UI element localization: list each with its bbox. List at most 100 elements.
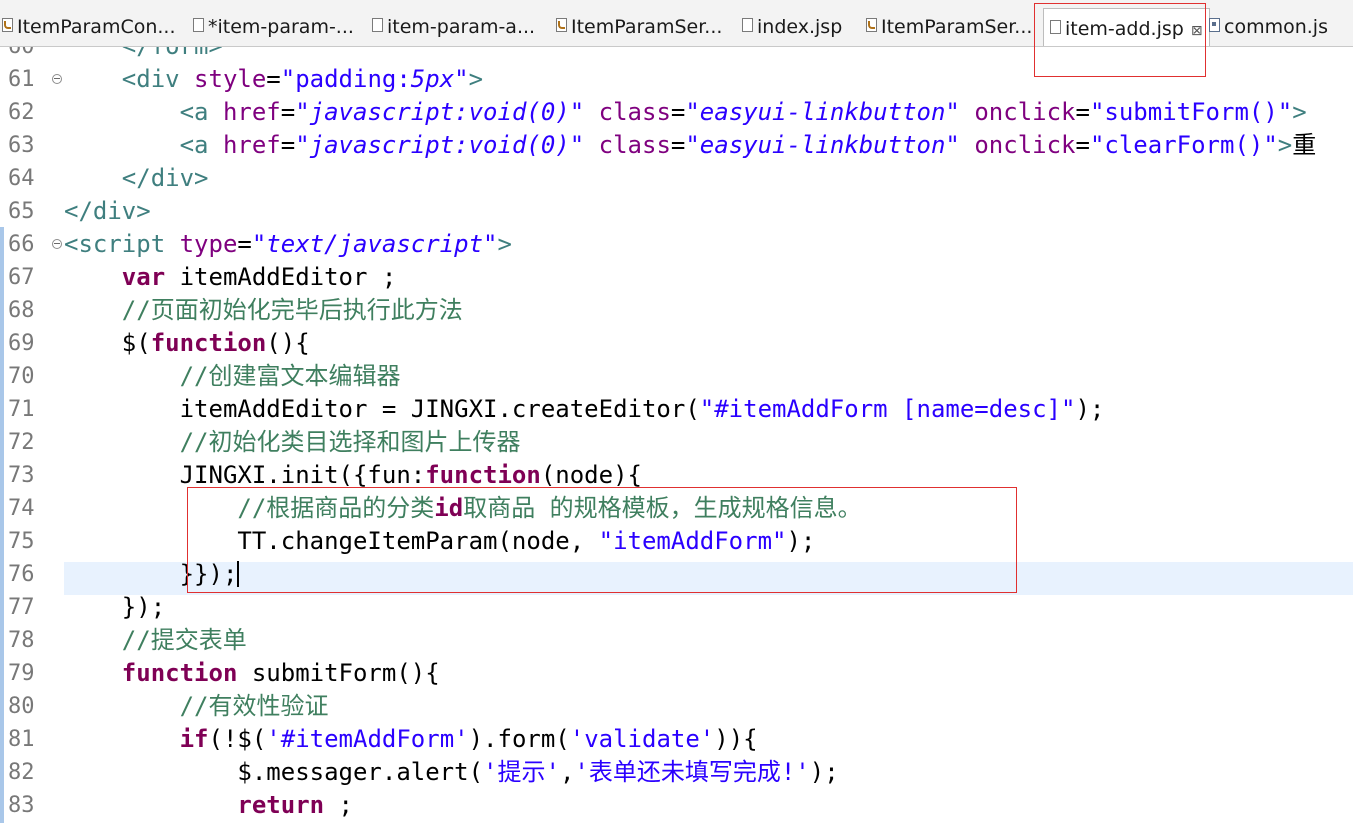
- code-line[interactable]: 71 itemAddEditor = JINGXI.createEditor("…: [0, 393, 1353, 426]
- line-number: 60: [8, 47, 52, 63]
- code-text: //创建富文本编辑器: [64, 360, 401, 393]
- code-editor[interactable]: 60 </form>61 <div style="padding:5px">62…: [0, 47, 1353, 823]
- code-line[interactable]: 76 }});: [0, 558, 1353, 591]
- code-line[interactable]: 79 function submitForm(){: [0, 657, 1353, 690]
- code-token: function: [425, 461, 541, 489]
- code-token: </div>: [64, 197, 151, 225]
- code-line[interactable]: 78 //提交表单: [0, 624, 1353, 657]
- code-line[interactable]: 74 //根据商品的分类id取商品 的规格模板，生成规格信息。: [0, 492, 1353, 525]
- code-text: JINGXI.init({fun:function(node){: [64, 459, 642, 492]
- code-text: //有效性验证: [64, 690, 329, 723]
- tab-item-add-jsp[interactable]: item-add.jsp ⊠: [1043, 8, 1210, 46]
- code-line[interactable]: 67 var itemAddEditor ;: [0, 261, 1353, 294]
- code-token: });: [64, 593, 166, 621]
- code-line[interactable]: 72 //初始化类目选择和图片上传器: [0, 426, 1353, 459]
- tab-index-jsp[interactable]: index.jsp: [742, 10, 842, 44]
- collapse-fold-icon[interactable]: [52, 239, 62, 249]
- line-number: 76: [8, 562, 35, 587]
- code-token: "easyui-linkbutton": [685, 131, 960, 159]
- editor-tab-bar: ItemParamCon... *item-param-... item-param…: [0, 0, 1353, 47]
- code-text: <div style="padding:5px">: [64, 63, 483, 96]
- tab-itemparamser[interactable]: ItemParamSer...: [556, 10, 722, 44]
- code-line[interactable]: 80 //有效性验证: [0, 690, 1353, 723]
- code-token: var: [121, 263, 166, 291]
- tab-item-param[interactable]: *item-param-...: [193, 10, 354, 44]
- code-token: ;: [324, 791, 353, 819]
- code-text: //根据商品的分类id取商品 的规格模板，生成规格信息。: [64, 492, 861, 525]
- code-line[interactable]: 82 $.messager.alert('提示','表单还未填写完成!');: [0, 756, 1353, 789]
- code-token: //初始化类目选择和图片上传器: [64, 428, 521, 456]
- code-token: =: [237, 230, 252, 258]
- code-token: class: [598, 131, 671, 159]
- code-token: 重: [1292, 131, 1317, 159]
- code-line[interactable]: 64 </div>: [0, 162, 1353, 195]
- code-line[interactable]: 63 <a href="javascript:void(0)" class="e…: [0, 129, 1353, 162]
- code-line[interactable]: 83 return ;: [0, 789, 1353, 822]
- line-number: 69: [8, 331, 35, 356]
- close-tab-icon[interactable]: ⊠: [1191, 23, 1203, 39]
- code-text: function submitForm(){: [64, 657, 440, 690]
- code-text: itemAddEditor = JINGXI.createEditor("#it…: [64, 393, 1105, 426]
- code-line[interactable]: 77 });: [0, 591, 1353, 624]
- code-text: </div>: [64, 162, 209, 195]
- code-token: '#itemAddForm': [266, 725, 469, 753]
- code-token: 5px: [410, 65, 455, 93]
- code-text: return ;: [64, 789, 353, 822]
- code-token: '表单还未填写完成!': [574, 758, 810, 786]
- line-number: 62: [8, 100, 35, 125]
- code-line[interactable]: 62 <a href="javascript:void(0)" class="e…: [0, 96, 1353, 129]
- code-token: return: [237, 791, 325, 819]
- jsp-file-icon: [193, 18, 204, 32]
- code-token: );: [809, 758, 839, 786]
- code-line[interactable]: 75 TT.changeItemParam(node, "itemAddForm…: [0, 525, 1353, 558]
- code-token: =: [670, 131, 686, 159]
- code-token: function: [121, 659, 238, 687]
- tab-label: index.jsp: [757, 16, 843, 38]
- code-line[interactable]: 70 //创建富文本编辑器: [0, 360, 1353, 393]
- code-text: </div>: [64, 195, 151, 228]
- code-token: href: [222, 131, 281, 159]
- line-number: 71: [8, 397, 35, 422]
- tab-item-param-a[interactable]: item-param-a...: [372, 10, 535, 44]
- code-line[interactable]: 66 <script type="text/javascript">: [0, 228, 1353, 261]
- code-token: "text/javascript": [251, 230, 498, 258]
- code-token: {: [743, 725, 758, 753]
- collapse-fold-icon[interactable]: [52, 74, 62, 84]
- code-text: $.messager.alert('提示','表单还未填写完成!');: [64, 756, 839, 789]
- code-token: onclick: [974, 131, 1076, 159]
- tab-itemparamser[interactable]: ItemParamSer...: [866, 10, 1032, 44]
- tab-label: common.js: [1224, 16, 1328, 38]
- code-text: TT.changeItemParam(node, "itemAddForm");: [64, 525, 815, 558]
- code-line[interactable]: 65 </div>: [0, 195, 1353, 228]
- code-token: =: [266, 65, 281, 93]
- code-line[interactable]: 61 <div style="padding:5px">: [0, 63, 1353, 96]
- code-token: );: [1075, 395, 1105, 423]
- line-number: 74: [8, 496, 35, 521]
- line-number: 79: [8, 661, 35, 686]
- code-line[interactable]: 60 </form>: [0, 47, 1353, 63]
- code-line[interactable]: 81 if(!$('#itemAddForm').form('validate'…: [0, 723, 1353, 756]
- tab-common-js[interactable]: common.js: [1209, 10, 1328, 44]
- code-token: itemAddEditor ;: [165, 263, 397, 291]
- code-token: "itemAddForm": [598, 527, 787, 555]
- code-token: href: [222, 98, 281, 126]
- code-line[interactable]: 69 $(function(){: [0, 327, 1353, 360]
- code-token: "javascript:void(0)": [295, 131, 585, 159]
- code-token: }});: [64, 560, 238, 588]
- code-token: "padding:: [280, 65, 411, 93]
- code-token: type: [179, 230, 238, 258]
- code-token: (node){: [540, 461, 642, 489]
- tab-itemparamcon[interactable]: ItemParamCon...: [2, 10, 176, 44]
- code-token: //创建富文本编辑器: [64, 362, 401, 390]
- line-number: 72: [8, 430, 35, 455]
- code-token: "javascript:void(0)": [295, 98, 585, 126]
- code-token: if: [179, 725, 209, 753]
- code-token: 'validate': [569, 725, 715, 753]
- code-token: <a: [64, 131, 223, 159]
- code-line[interactable]: 73 JINGXI.init({fun:function(node){: [0, 459, 1353, 492]
- code-token: >: [1277, 131, 1293, 159]
- code-token: //有效性验证: [64, 692, 329, 720]
- code-line[interactable]: 68 //页面初始化完毕后执行此方法: [0, 294, 1353, 327]
- code-token: </div>: [64, 164, 209, 192]
